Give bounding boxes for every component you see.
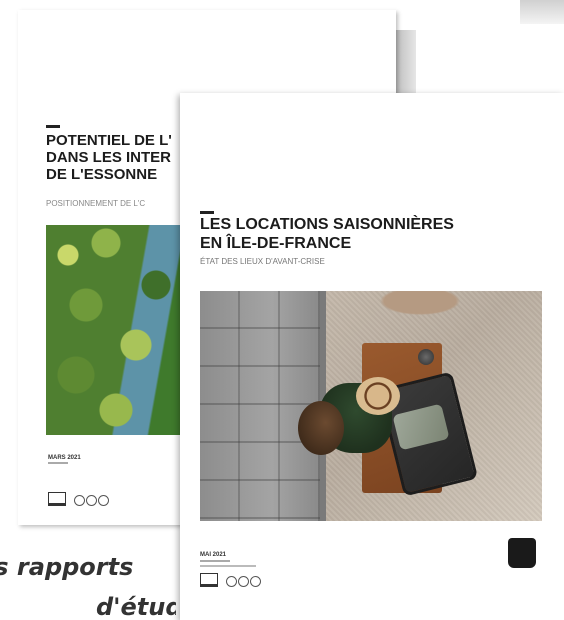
laptop-icon <box>200 573 218 587</box>
report-date-rule <box>200 565 256 567</box>
report-title-line: LES LOCATIONS SAISONNIÈRES <box>200 216 454 233</box>
traveler-packing-photo <box>200 291 542 521</box>
report-subtitle: ÉTAT DES LIEUX D'AVANT-CRISE <box>200 257 325 266</box>
report-date-rule <box>48 462 68 464</box>
report-covers-scene: POTENTIEL DE L' DANS LES INTER DE L'ESSO… <box>0 0 564 620</box>
laptop-icon <box>48 492 66 506</box>
report-cover-locations-saisonnieres: LES LOCATIONS SAISONNIÈRES EN ÎLE-DE-FRA… <box>180 93 564 620</box>
caption-line-2: d'étude <box>96 593 176 620</box>
bowl <box>418 349 434 365</box>
facebook-icon <box>250 576 261 587</box>
person-hair <box>298 401 344 455</box>
title-dash <box>46 125 60 128</box>
straw-hat <box>356 377 400 415</box>
facebook-icon <box>98 495 109 506</box>
caption: es rapports d'étude <box>0 546 176 620</box>
title-dash <box>200 211 214 214</box>
report-date: MAI 2021 <box>200 552 227 558</box>
institute-logo-icon <box>508 538 536 568</box>
caption-line-1: es rapports <box>0 553 134 581</box>
twitter-icon <box>226 576 237 587</box>
report-title: LES LOCATIONS SAISONNIÈRES EN ÎLE-DE-FRA… <box>200 215 540 253</box>
report-date-rule <box>200 560 230 562</box>
linkedin-icon <box>86 495 97 506</box>
report-subtitle: POSITIONNEMENT DE L'C <box>46 199 146 208</box>
report-title-line: EN ÎLE-DE-FRANCE <box>200 235 352 252</box>
report-date: MARS 2021 <box>48 455 81 461</box>
back-shadow-top <box>520 0 564 24</box>
linkedin-icon <box>238 576 249 587</box>
twitter-icon <box>74 495 85 506</box>
